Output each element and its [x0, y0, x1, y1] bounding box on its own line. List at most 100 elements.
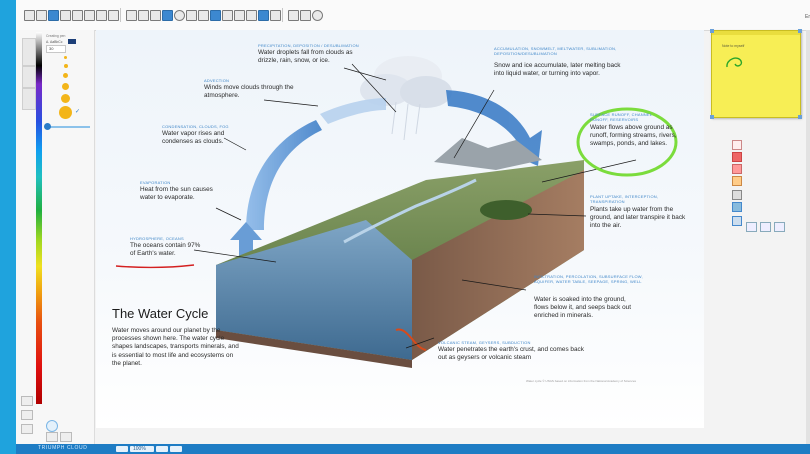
whiteboard-canvas[interactable]: PRECIPITATION, DEPOSITION / DESUBLIMATIO…: [96, 30, 704, 428]
cut-icon[interactable]: [150, 10, 161, 21]
selected-check-icon: ✓: [75, 109, 81, 115]
runoff-text: Water flows above ground as runoff, form…: [590, 124, 677, 147]
pen-red-icon[interactable]: [732, 140, 742, 150]
cloud-graphic: [360, 56, 452, 141]
print-icon[interactable]: [96, 10, 107, 21]
status-bar: TRIUMPH CLOUD 100%: [16, 444, 810, 454]
cloud-icon[interactable]: [258, 10, 269, 21]
precipitation-caption: PRECIPITATION, DEPOSITION / DESUBLIMATIO…: [258, 43, 359, 48]
hand-icon[interactable]: [21, 410, 33, 420]
size-dot-2[interactable]: [63, 64, 68, 68]
accumulation-text: Snow and ice accumulate, later melting b…: [494, 62, 621, 77]
zoom-select[interactable]: 100%: [130, 446, 154, 452]
pen-style-tools: [746, 222, 796, 232]
target-icon[interactable]: [174, 10, 185, 21]
size-dot-4[interactable]: [62, 83, 69, 90]
brush-icon[interactable]: [732, 176, 742, 186]
size-dot-6[interactable]: [59, 106, 72, 119]
infiltration-caption: INFILTRATION, PERCOLATION, SUBSURFACE FL…: [534, 274, 643, 284]
help-icon[interactable]: [312, 10, 323, 21]
precipitation-text: Water droplets fall from clouds as drizz…: [258, 49, 353, 64]
opacity-slider[interactable]: [44, 123, 90, 130]
page-next-icon[interactable]: [156, 446, 168, 452]
camera-icon[interactable]: [234, 10, 245, 21]
side-tab-pens[interactable]: [22, 38, 36, 66]
poster-footer-credit: Water cycle © USGS based on information …: [526, 379, 636, 383]
settings-icon[interactable]: [288, 10, 299, 21]
sticky-note-scribble: [726, 57, 743, 68]
left-tool-panel: Creating pen A. AaBbCc 30 ✓: [16, 30, 95, 444]
poster-description: Water moves around our planet by the pro…: [112, 327, 239, 367]
water-cycle-poster: PRECIPITATION, DEPOSITION / DESUBLIMATIO…: [96, 30, 704, 428]
toolbar-separator: [120, 8, 121, 22]
open-icon[interactable]: [48, 10, 59, 21]
advection-caption: ADVECTION: [204, 78, 230, 83]
accumulation-caption: ACCUMULATION, SNOWMELT, MELTWATER, SUBLI…: [494, 46, 617, 56]
zoom-icon[interactable]: [46, 420, 58, 432]
redo-icon[interactable]: [138, 10, 149, 21]
resize-handle-icon[interactable]: [798, 29, 802, 33]
infiltration-text: Water is soaked into the ground, flows b…: [534, 296, 631, 319]
sticky-note[interactable]: Note to myself: [710, 29, 802, 119]
pen-style-3-icon[interactable]: [774, 222, 785, 232]
volcanic-text: Water penetrates the earth's crust, and …: [438, 346, 584, 361]
pointer-icon[interactable]: [21, 424, 33, 434]
side-tab-text[interactable]: [22, 88, 36, 110]
resize-handle-icon[interactable]: [798, 115, 802, 119]
page-prev-icon[interactable]: [116, 446, 128, 452]
size-dot-3[interactable]: [63, 73, 68, 78]
red-underline-annotation[interactable]: [115, 264, 195, 269]
brand-label: TRIUMPH CLOUD: [38, 445, 88, 451]
tool-name-label: Creating pen: [46, 34, 66, 38]
pen-style-2-icon[interactable]: [760, 222, 771, 232]
grid-icon[interactable]: [186, 10, 197, 21]
opacity-knob[interactable]: [44, 123, 51, 130]
save-icon[interactable]: [60, 10, 71, 21]
sticky-note-title: Note to myself: [722, 44, 745, 48]
undo-icon[interactable]: [126, 10, 137, 21]
language-button[interactable]: En: [805, 14, 810, 20]
sticky-note-header[interactable]: [712, 31, 800, 35]
shape-icon[interactable]: [222, 10, 233, 21]
side-tab-shapes[interactable]: [22, 66, 36, 88]
oceans-caption: HYDROSPHERE, OCEANS: [130, 236, 184, 241]
whiteboard-app: En Creating pen A. AaBbCc 30 ✓ PRECIPITA…: [16, 0, 810, 454]
main-toolbar: En: [16, 0, 810, 31]
plant-caption: PLANT UPTAKE, INTERCEPTION, TRANSPIRATIO…: [590, 194, 659, 204]
condensation-text: Water vapor rises and condenses as cloud…: [162, 130, 225, 145]
lock-icon[interactable]: [60, 432, 72, 442]
select-icon[interactable]: [732, 216, 742, 226]
delete-icon[interactable]: [46, 432, 58, 442]
menu-icon[interactable]: [24, 10, 35, 21]
text-icon[interactable]: [270, 10, 281, 21]
color-palette[interactable]: [36, 32, 42, 404]
evaporation-caption: EVAPORATION: [140, 180, 171, 185]
size-dot-5[interactable]: [61, 94, 70, 103]
link-icon[interactable]: [198, 10, 209, 21]
fill-icon[interactable]: [732, 202, 742, 212]
resize-handle-icon[interactable]: [710, 29, 714, 33]
window-icon[interactable]: [300, 10, 311, 21]
layers-icon[interactable]: [162, 10, 173, 21]
size-input[interactable]: 30: [46, 45, 66, 53]
resize-handle-icon[interactable]: [710, 115, 714, 119]
eraser-small-icon[interactable]: [732, 190, 742, 200]
size-dot-1[interactable]: [64, 56, 67, 59]
advection-text: Winds move clouds through the atmosphere…: [204, 84, 294, 99]
copy-icon[interactable]: [72, 10, 83, 21]
fit-icon[interactable]: [170, 446, 182, 452]
pen-color-swatch[interactable]: [68, 39, 76, 44]
share-icon[interactable]: [246, 10, 257, 21]
video-icon[interactable]: [210, 10, 221, 21]
new-page-icon[interactable]: [36, 10, 47, 21]
page-icon[interactable]: [108, 10, 119, 21]
marker-red-icon[interactable]: [732, 152, 742, 162]
eraser-icon[interactable]: [21, 396, 33, 406]
evaporation-text: Heat from the sun causes water to evapor…: [140, 186, 213, 201]
size-value: 30: [49, 46, 54, 51]
pen-style-1-icon[interactable]: [746, 222, 757, 232]
highlighter-icon[interactable]: [732, 164, 742, 174]
image-icon[interactable]: [84, 10, 95, 21]
floating-pen-tools: [730, 140, 742, 228]
right-scrollbar[interactable]: [806, 30, 810, 444]
